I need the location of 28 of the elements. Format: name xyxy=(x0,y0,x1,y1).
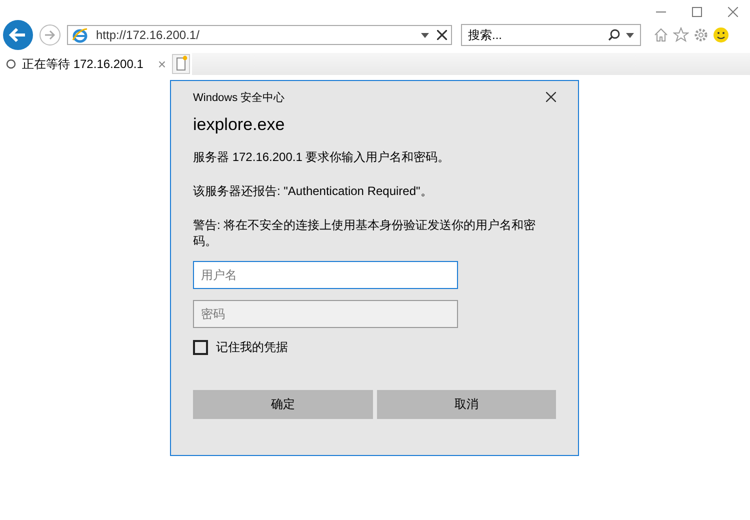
checkbox[interactable] xyxy=(193,340,208,355)
close-icon[interactable] xyxy=(728,7,738,17)
new-tab-icon[interactable] xyxy=(172,54,190,74)
dialog-message: 服务器 172.16.200.1 要求你输入用户名和密码。 xyxy=(193,149,451,165)
dialog-caption: Windows 安全中心 xyxy=(193,90,285,104)
input-field[interactable]: 密码 xyxy=(193,300,458,328)
dropdown-icon[interactable] xyxy=(626,32,634,38)
star-icon[interactable] xyxy=(673,27,689,43)
dialog-title: iexplore.exe xyxy=(193,115,286,135)
dropdown-icon[interactable] xyxy=(421,32,429,38)
home-icon[interactable] xyxy=(653,27,669,43)
ie-icon xyxy=(72,27,88,43)
smiley-icon[interactable] xyxy=(713,27,729,43)
forward-icon[interactable] xyxy=(39,24,61,46)
search-field[interactable]: 搜索... xyxy=(461,24,641,46)
stop-icon[interactable] xyxy=(437,30,447,40)
cancel-button[interactable]: 取消 xyxy=(376,390,556,419)
address-bar[interactable]: http://172.16.200.1/ xyxy=(67,25,452,45)
dialog-message: 该服务器还报告: "Authentication Required"。 xyxy=(193,183,434,199)
close-icon[interactable] xyxy=(546,92,556,102)
checkbox-label: 记住我的凭据 xyxy=(216,339,288,356)
tab-close-button[interactable]: × xyxy=(158,56,166,72)
input-field[interactable]: 用户名 xyxy=(193,261,458,289)
dialog-message: 警告: 将在不安全的连接上使用基本身份验证发送你的用户名和密码。 xyxy=(193,217,537,249)
maximize-icon[interactable] xyxy=(692,7,702,17)
back-icon[interactable] xyxy=(3,20,33,50)
ok-button[interactable]: 确定 xyxy=(193,390,372,419)
search-icon[interactable] xyxy=(608,29,620,41)
